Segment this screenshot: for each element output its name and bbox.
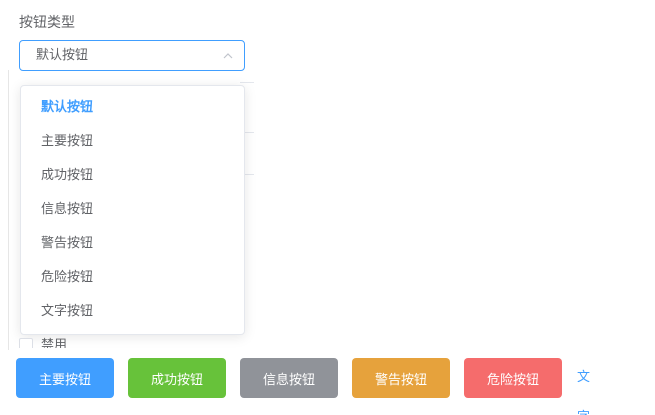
danger-button[interactable]: 危险按钮: [464, 358, 562, 398]
select-dropdown: 默认按钮 主要按钮 成功按钮 信息按钮 警告按钮 危险按钮 文字按钮: [20, 85, 245, 335]
option-info[interactable]: 信息按钮: [21, 193, 244, 227]
button-type-label: 按钮类型: [19, 15, 75, 31]
select-value: 默认按钮: [36, 48, 89, 63]
option-success[interactable]: 成功按钮: [21, 159, 244, 193]
text-button[interactable]: 文字按钮: [577, 358, 590, 415]
button-type-select[interactable]: 默认按钮: [19, 40, 245, 71]
form-line: [240, 82, 254, 83]
option-default[interactable]: 默认按钮: [21, 91, 244, 125]
warning-button[interactable]: 警告按钮: [352, 358, 450, 398]
left-divider: [8, 70, 9, 350]
option-warning[interactable]: 警告按钮: [21, 227, 244, 261]
success-button[interactable]: 成功按钮: [128, 358, 226, 398]
option-primary[interactable]: 主要按钮: [21, 125, 244, 159]
page: 按钮类型 默认按钮 默认按钮 主要按钮 成功按钮 信息按钮 警告按钮 危险按钮 …: [0, 0, 655, 415]
option-danger[interactable]: 危险按钮: [21, 261, 244, 295]
disabled-checkbox[interactable]: [19, 337, 33, 348]
option-text[interactable]: 文字按钮: [21, 295, 244, 329]
info-button[interactable]: 信息按钮: [240, 358, 338, 398]
chevron-up-icon: [223, 53, 233, 59]
disabled-checkbox-row[interactable]: 禁用: [19, 330, 67, 348]
primary-button[interactable]: 主要按钮: [16, 358, 114, 398]
disabled-checkbox-label: 禁用: [41, 338, 68, 348]
